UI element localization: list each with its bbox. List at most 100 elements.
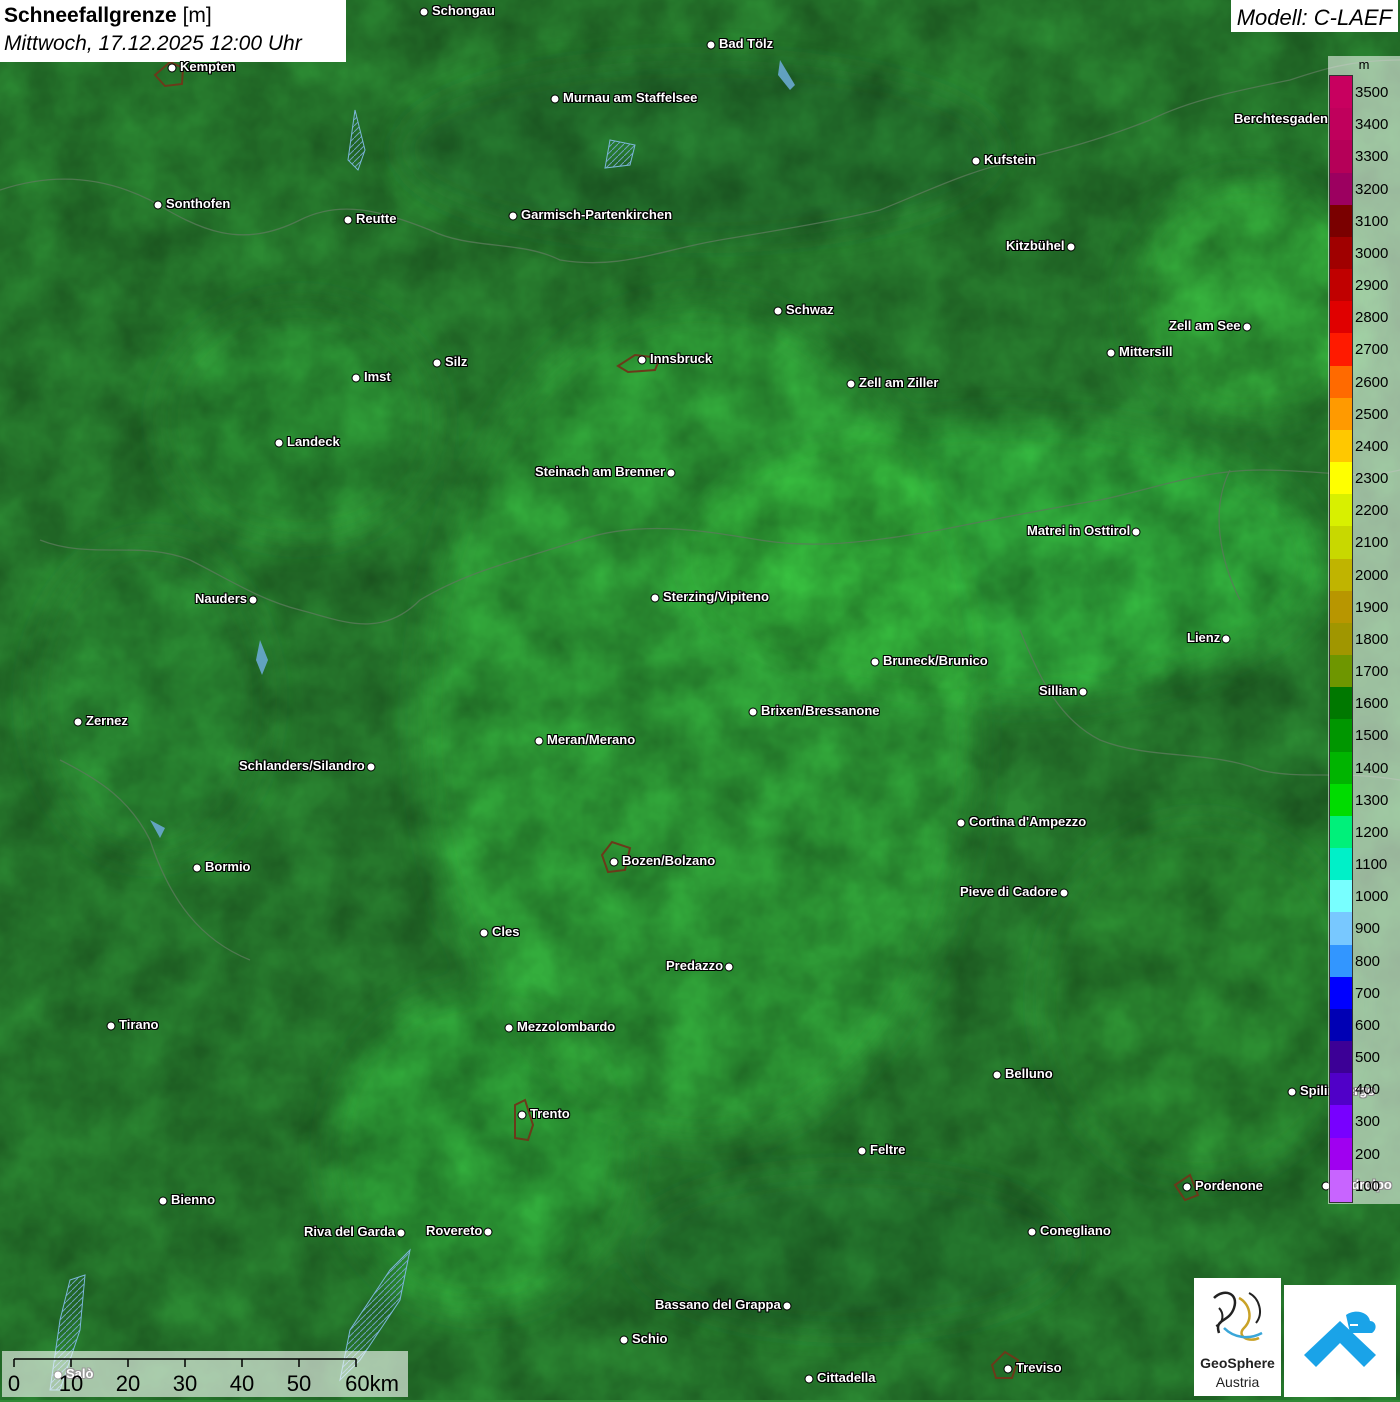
scale-label-4: 40 — [229, 1371, 255, 1396]
legend-swatch-1500 — [1330, 719, 1352, 753]
legend-label-900: 900 — [1355, 920, 1381, 938]
city-label-sonthofen: Sonthofen — [166, 196, 231, 211]
city-label-belluno: Belluno — [1005, 1066, 1053, 1081]
city-marker-steinach-am-brenner — [666, 468, 676, 478]
legend-label-2700: 2700 — [1355, 341, 1389, 359]
city-marker-bassano-del-grappa — [782, 1301, 792, 1311]
legend-label-3300: 3300 — [1355, 148, 1389, 166]
city-label-mittersill: Mittersill — [1119, 344, 1173, 359]
city-marker-sillian — [1078, 687, 1088, 697]
city-marker-matrei-in-osttirol — [1131, 527, 1141, 537]
legend-label-600: 600 — [1355, 1016, 1381, 1034]
legend-color-bar — [1329, 75, 1353, 1203]
city-marker-landeck — [274, 438, 284, 448]
city-label-predazzo: Predazzo — [666, 958, 724, 973]
city-marker-schwaz — [773, 306, 783, 316]
legend-label-2100: 2100 — [1355, 534, 1389, 552]
scale-label-2: 20 — [115, 1371, 141, 1396]
legend-label-700: 700 — [1355, 984, 1381, 1002]
geosphere-name: GeoSphere — [1200, 1355, 1275, 1371]
legend-label-800: 800 — [1355, 952, 1381, 970]
city-marker-rovereto — [483, 1227, 493, 1237]
city-marker-conegliano — [1027, 1227, 1037, 1237]
map-datetime: Mittwoch, 17.12.2025 12:00 Uhr — [4, 32, 302, 55]
legend-label-1800: 1800 — [1355, 630, 1389, 648]
city-label-treviso: Treviso — [1016, 1360, 1062, 1375]
city-marker-schlanders-silandro — [366, 762, 376, 772]
legend-swatch-1400 — [1330, 751, 1352, 785]
city-label-schongau: Schongau — [432, 3, 495, 18]
legend-swatch-2900 — [1330, 269, 1352, 302]
scale-bar-labels: 0 10 20 30 40 50 60km — [2, 1369, 408, 1397]
city-label-bruneck-brunico: Bruneck/Brunico — [883, 653, 988, 668]
city-marker-imst — [351, 373, 361, 383]
city-marker-predazzo — [724, 962, 734, 972]
legend-label-2500: 2500 — [1355, 405, 1389, 423]
legend-swatch-800 — [1330, 944, 1352, 978]
legend-label-100: 100 — [1355, 1177, 1381, 1195]
legend-swatch-2200 — [1330, 494, 1352, 527]
city-label-feltre: Feltre — [870, 1142, 906, 1157]
legend-label-2200: 2200 — [1355, 502, 1389, 520]
city-label-pieve-di-cadore: Pieve di Cadore — [960, 884, 1058, 899]
legend-swatch-1600 — [1330, 687, 1352, 720]
city-label-brixen-bressanone: Brixen/Bressanone — [761, 703, 880, 718]
scale-label-5: 50 — [286, 1371, 312, 1396]
city-marker-schio — [619, 1335, 629, 1345]
city-label-meran-merano: Meran/Merano — [547, 732, 636, 747]
legend-swatch-500 — [1330, 1041, 1352, 1074]
legend-unit: m — [1358, 57, 1370, 72]
legend-swatch-1800 — [1330, 622, 1352, 656]
legend-swatch-3200 — [1330, 172, 1352, 206]
legend-label-1500: 1500 — [1355, 727, 1389, 745]
city-label-bienno: Bienno — [171, 1192, 216, 1207]
legend-label-1300: 1300 — [1355, 791, 1389, 809]
city-marker-bormio — [192, 863, 202, 873]
city-label-conegliano: Conegliano — [1040, 1223, 1111, 1238]
city-label-pordenone: Pordenone — [1195, 1178, 1263, 1193]
legend-label-2800: 2800 — [1355, 309, 1389, 327]
city-marker-lienz — [1221, 634, 1231, 644]
legend-swatch-700 — [1330, 976, 1352, 1010]
city-marker-tirano — [106, 1021, 116, 1031]
city-marker-innsbruck — [637, 355, 647, 365]
legend-swatch-2700 — [1330, 333, 1352, 367]
map-title-box: Schneefallgrenze [m] Mittwoch, 17.12.202… — [0, 0, 346, 62]
city-label-kempten: Kempten — [180, 59, 236, 74]
city-label-schwaz: Schwaz — [786, 302, 834, 317]
legend-label-3100: 3100 — [1355, 212, 1389, 230]
city-marker-pordenone — [1182, 1182, 1192, 1192]
city-label-reutte: Reutte — [356, 211, 397, 226]
city-label-zell-am-ziller: Zell am Ziller — [859, 375, 939, 390]
legend-label-3200: 3200 — [1355, 180, 1389, 198]
legend-swatch-3400 — [1330, 108, 1352, 141]
city-marker-kempten — [167, 63, 177, 73]
city-marker-riva-del-garda — [396, 1228, 406, 1238]
city-marker-garmisch-partenkirchen — [508, 211, 518, 221]
city-label-kufstein: Kufstein — [984, 152, 1036, 167]
city-label-innsbruck: Innsbruck — [650, 351, 713, 366]
city-marker-cittadella — [804, 1374, 814, 1384]
legend-label-300: 300 — [1355, 1113, 1381, 1131]
geosphere-emblem-icon — [1213, 1291, 1263, 1341]
legend-label-500: 500 — [1355, 1049, 1381, 1067]
legend-swatch-3000 — [1330, 236, 1352, 270]
scale-bar: 0 10 20 30 40 50 60km — [2, 1351, 408, 1397]
city-marker-kitzbuhel — [1066, 242, 1076, 252]
legend-label-2400: 2400 — [1355, 437, 1389, 455]
city-marker-mezzolombardo — [504, 1023, 514, 1033]
legend-swatch-3300 — [1330, 140, 1352, 173]
city-marker-bad-tolz — [706, 40, 716, 50]
legend-swatch-2500 — [1330, 397, 1352, 431]
city-marker-kufstein — [971, 156, 981, 166]
legend-swatch-1000 — [1330, 880, 1352, 913]
legend-label-1100: 1100 — [1355, 856, 1388, 874]
city-label-nauders: Nauders — [195, 591, 248, 606]
city-label-steinach-am-brenner: Steinach am Brenner — [535, 464, 666, 479]
legend-label-400: 400 — [1355, 1081, 1381, 1099]
city-label-kitzbuhel: Kitzbühel — [1006, 238, 1065, 253]
city-marker-spilimbergo — [1287, 1087, 1297, 1097]
legend-swatch-400 — [1330, 1073, 1352, 1106]
model-label: Modell: C-LAEF — [1230, 0, 1398, 32]
legend-label-1700: 1700 — [1355, 663, 1389, 681]
